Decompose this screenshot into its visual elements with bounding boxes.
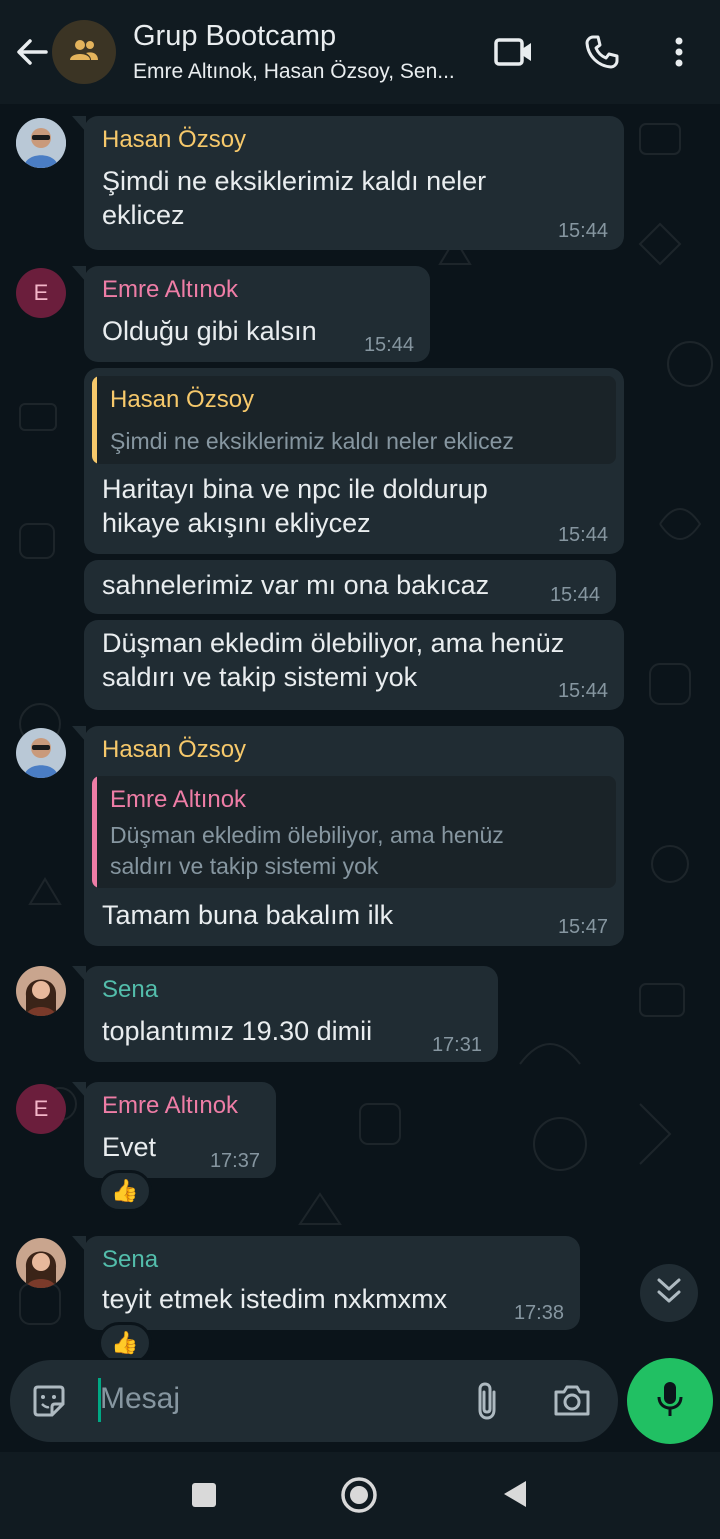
quote-bar [92,376,97,464]
quote-bar [92,776,97,888]
phone-icon[interactable] [578,28,626,76]
message-time: 17:37 [209,1150,260,1172]
nav-back-icon[interactable] [500,1478,530,1515]
message-text: Şimdi ne eksiklerimiz kaldı neler eklice… [102,164,486,232]
message-line: Düşman ekledim ölebiliyor, ama henüz [102,628,565,658]
message-bubble[interactable]: Sena toplantımız 19.30 dimii 17:31 [72,966,498,1062]
reaction-badge[interactable]: 👍 [98,1322,152,1358]
message-list[interactable]: Hasan Özsoy Şimdi ne eksiklerimiz kaldı … [0,104,720,1358]
reaction-badge[interactable]: 👍 [98,1170,152,1212]
message-sender: Sena [102,1246,159,1273]
chat-participants[interactable]: Emre Altınok, Hasan Özsoy, Sen... [133,60,473,84]
message-sender: Hasan Özsoy [102,126,247,153]
thumbs-up-icon: 👍 [111,1178,139,1203]
message-bubble[interactable]: Hasan Özsoy Emre Altınok Düşman ekledim … [72,726,624,946]
quote-sender: Emre Altınok [110,786,247,813]
message-line: eklicez [102,200,185,230]
sticker-icon[interactable] [30,1382,68,1425]
quote-text: Düşman ekledim ölebiliyor, ama henüz sal… [110,820,504,882]
mic-icon [655,1379,685,1424]
avatar-emre[interactable]: E [16,1084,66,1134]
message-input[interactable]: Mesaj [100,1382,180,1416]
avatar-sena[interactable] [16,966,66,1016]
message-bubble[interactable]: Emre Altınok Evet 17:37 [72,1082,276,1178]
quote-sender: Hasan Özsoy [110,386,255,413]
scroll-to-bottom-button[interactable] [640,1264,698,1322]
message-bubble[interactable]: Emre Altınok Olduğu gibi kalsın 15:44 [72,266,430,362]
thumbs-up-icon: 👍 [111,1330,139,1355]
message-text: Olduğu gibi kalsın [102,316,317,346]
message-text: Haritayı bina ve npc ile doldurup hikaye… [102,472,488,540]
avatar-emre[interactable]: E [16,268,66,318]
message-text: Evet [102,1132,157,1162]
message-text: toplantımız 19.30 dimii [102,1016,373,1046]
message-bubble[interactable]: Hasan Özsoy Şimdi ne eksiklerimiz kaldı … [72,116,624,250]
message-bubble[interactable]: Hasan Özsoy Şimdi ne eksiklerimiz kaldı … [84,368,624,554]
message-text: Düşman ekledim ölebiliyor, ama henüz sal… [102,626,564,694]
group-icon [69,39,99,66]
nav-home-icon[interactable] [340,1476,378,1519]
message-text: teyit etmek istedim nxkmxmx [102,1284,448,1314]
camera-icon[interactable] [552,1382,592,1423]
message-sender: Hasan Özsoy [102,736,247,763]
quoted-message[interactable]: Emre Altınok Düşman ekledim ölebiliyor, … [92,776,616,888]
chat-title[interactable]: Grup Bootcamp [133,20,336,53]
message-composer[interactable]: Mesaj [10,1360,618,1442]
message-text: sahnelerimiz var mı ona bakıcaz [102,570,490,600]
avatar-sena[interactable] [16,1238,66,1288]
group-avatar[interactable] [52,20,116,84]
message-sender: Emre Altınok [102,276,239,303]
message-sender: Emre Altınok [102,1092,239,1119]
message-bubble[interactable]: sahnelerimiz var mı ona bakıcaz 15:44 [84,560,616,614]
system-nav-bar [0,1452,720,1539]
chat-header: Grup Bootcamp Emre Altınok, Hasan Özsoy,… [0,0,720,104]
message-time: 15:44 [549,584,600,606]
quote-text: Şimdi ne eksiklerimiz kaldı neler eklice… [110,428,514,454]
message-time: 15:44 [557,680,608,702]
message-sender: Sena [102,976,159,1003]
message-line: hikaye akışını ekliycez [102,508,371,538]
quote-line: Düşman ekledim ölebiliyor, ama henüz [110,822,504,848]
more-vert-icon[interactable] [655,28,703,76]
voice-record-button[interactable] [627,1358,713,1444]
message-line: Şimdi ne eksiklerimiz kaldı neler [102,166,487,196]
message-line: Haritayı bina ve npc ile doldurup [102,474,488,504]
message-time: 15:44 [557,524,608,546]
message-time: 15:44 [557,220,608,242]
message-time: 17:31 [431,1034,482,1056]
message-time: 15:44 [363,334,414,356]
message-text: Tamam buna bakalım ilk [102,900,394,930]
avatar-hasan[interactable] [16,728,66,778]
message-time: 15:47 [557,916,608,938]
message-time: 17:38 [513,1302,564,1324]
message-line: saldırı ve takip sistemi yok [102,662,418,692]
avatar-hasan[interactable] [16,118,66,168]
quoted-message[interactable]: Hasan Özsoy Şimdi ne eksiklerimiz kaldı … [92,376,616,464]
back-arrow-icon[interactable] [10,30,54,74]
double-chevron-down-icon [656,1276,682,1311]
quote-line: saldırı ve takip sistemi yok [110,853,379,879]
message-bubble[interactable]: Düşman ekledim ölebiliyor, ama henüz sal… [84,620,624,710]
message-bubble[interactable]: Sena teyit etmek istedim nxkmxmx 17:38 [72,1236,580,1330]
attach-icon[interactable] [472,1380,502,1427]
video-call-icon[interactable] [490,28,538,76]
nav-recents-icon[interactable] [190,1481,218,1514]
